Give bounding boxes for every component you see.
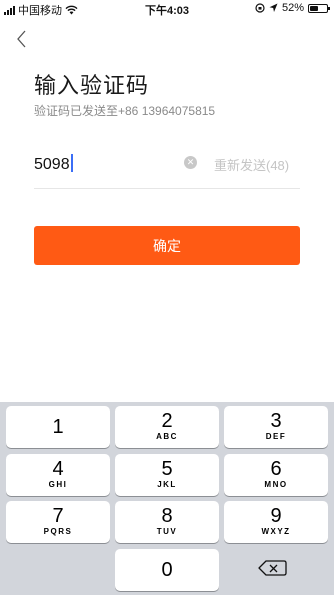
battery-icon bbox=[308, 3, 330, 13]
status-bar: 中国移动 下午4:03 52% bbox=[0, 0, 334, 18]
key-0[interactable]: 0 bbox=[115, 549, 219, 591]
confirm-button[interactable]: 确定 bbox=[34, 226, 300, 265]
key-number: 9 bbox=[270, 505, 282, 527]
key-letters: MNO bbox=[264, 480, 288, 489]
verification-code-field[interactable]: 5098 ✕ 重新发送(48) bbox=[34, 150, 300, 189]
code-value: 5098 bbox=[34, 156, 70, 173]
page-title: 输入验证码 bbox=[34, 73, 150, 98]
key-letters: PQRS bbox=[43, 527, 73, 536]
key-4[interactable]: 4 GHI bbox=[6, 454, 110, 496]
key-number: 7 bbox=[52, 505, 64, 527]
resend-button[interactable]: 重新发送(48) bbox=[214, 155, 289, 174]
battery-percent: 52% bbox=[281, 2, 304, 14]
key-6[interactable]: 6 MNO bbox=[224, 454, 328, 496]
key-number: 2 bbox=[161, 410, 173, 432]
status-bar-right: 52% bbox=[255, 2, 330, 14]
back-button[interactable] bbox=[12, 28, 34, 50]
key-letters: DEF bbox=[265, 432, 287, 441]
numeric-keyboard: 1 2 ABC 3 DEF 4 GHI 5 JKL 6 MNO 7 PQRS 8… bbox=[0, 402, 334, 595]
key-letters: WXYZ bbox=[261, 527, 291, 536]
delete-button[interactable] bbox=[222, 547, 326, 589]
key-number: 6 bbox=[270, 458, 282, 480]
backspace-icon bbox=[258, 560, 287, 576]
key-number: 5 bbox=[161, 458, 173, 480]
code-input[interactable]: 5098 bbox=[34, 154, 73, 174]
key-number: 4 bbox=[52, 458, 64, 480]
key-number: 3 bbox=[270, 410, 282, 432]
key-letters: TUV bbox=[156, 527, 178, 536]
key-letters: JKL bbox=[157, 480, 177, 489]
key-1[interactable]: 1 bbox=[6, 406, 110, 448]
location-icon bbox=[269, 3, 278, 12]
chevron-left-icon bbox=[17, 30, 26, 48]
page-subtitle: 验证码已发送至+86 13964075815 bbox=[34, 104, 216, 118]
orientation-lock-icon bbox=[255, 3, 265, 13]
key-2[interactable]: 2 ABC bbox=[115, 406, 219, 448]
key-7[interactable]: 7 PQRS bbox=[6, 501, 110, 543]
key-number: 0 bbox=[161, 559, 173, 581]
key-letters: GHI bbox=[48, 480, 68, 489]
key-number: 8 bbox=[161, 505, 173, 527]
key-number: 1 bbox=[52, 416, 64, 438]
key-9[interactable]: 9 WXYZ bbox=[224, 501, 328, 543]
key-letters: ABC bbox=[156, 432, 178, 441]
key-8[interactable]: 8 TUV bbox=[115, 501, 219, 543]
key-5[interactable]: 5 JKL bbox=[115, 454, 219, 496]
clear-icon[interactable]: ✕ bbox=[184, 156, 197, 169]
key-3[interactable]: 3 DEF bbox=[224, 406, 328, 448]
text-caret bbox=[70, 154, 73, 172]
